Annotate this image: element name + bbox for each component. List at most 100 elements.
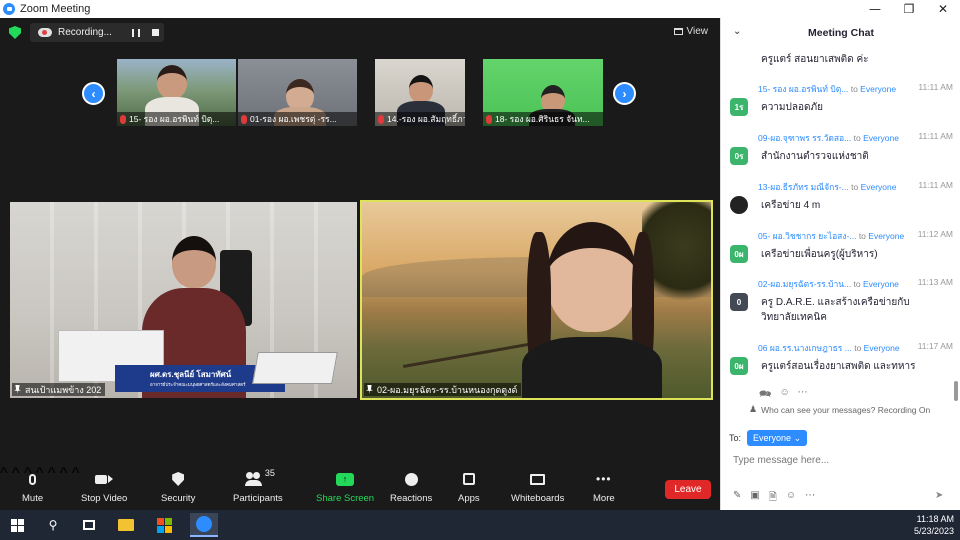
message-sender[interactable]: 06 ผอ.รร.นางเกษฎาธร ...	[758, 343, 852, 353]
file-icon[interactable]: 🗎	[769, 490, 777, 507]
muted-mic-icon	[241, 114, 247, 124]
more-options-icon[interactable]: ⋯	[805, 490, 815, 507]
windows-start-icon[interactable]	[8, 516, 26, 534]
thumbnail-name-label: 14.-รอง ผอ.สัมฤทธิ์ภาพ ปร...	[375, 112, 465, 126]
participant-thumbnail[interactable]: 15- รอง ผอ.อรพินท์ บิตุ...	[117, 59, 236, 126]
emoji-reaction-icon	[402, 471, 420, 487]
window-title: Zoom Meeting	[20, 3, 91, 15]
message-sender[interactable]: 05- ผอ.วิชชากร ยะไอสง-...	[758, 231, 856, 241]
chat-header: ⌄ Meeting Chat	[721, 18, 960, 48]
main-video-active-speaker[interactable]: 02-ผอ.มยุรฉัตร-รร.บ้านหนองกุดตูงด์	[360, 200, 713, 400]
message-sender[interactable]: 02-ผอ.มยุรฉัตร-รร.บ้าน...	[758, 279, 851, 289]
view-button[interactable]: View	[673, 26, 709, 37]
speaker-banner-name: ผศ.ดร.ชุลนีย์ โสมาทัศน์	[150, 370, 232, 379]
chat-message-list[interactable]: 15- รอง ผอ.อรพินท์ บิตุ... to Everyone 11…	[721, 48, 953, 393]
recipient-select[interactable]: Everyone ⌄	[747, 430, 808, 446]
video-camera-icon	[95, 471, 114, 487]
pin-icon	[14, 385, 21, 394]
task-view-icon[interactable]	[80, 516, 98, 534]
message-actions: 🗪 ☺ ⋯	[759, 387, 808, 404]
add-reaction-icon[interactable]: ☺	[779, 387, 789, 404]
main-video-left[interactable]: ผศ.ดร.ชุลนีย์ โสมาทัศน์ อาจารย์ประจำคณะม…	[10, 202, 357, 398]
send-icon[interactable]: ➤	[935, 490, 943, 501]
to-label: To:	[729, 433, 742, 443]
video-name-label: 02-ผอ.มยุรฉัตร-รร.บ้านหนองกุดตูงด์	[364, 383, 522, 396]
more-button[interactable]: ••• More	[593, 471, 615, 504]
muted-mic-icon	[378, 114, 384, 124]
chevron-down-icon[interactable]: ⌄	[733, 26, 741, 37]
apps-button[interactable]: Apps	[458, 471, 480, 504]
person-icon: ♟	[749, 404, 758, 414]
mute-button[interactable]: Mute	[22, 471, 43, 504]
message-text: ครูแตร์สอนเรื่องยาเสพติด และทหาร	[761, 361, 916, 372]
reply-icon[interactable]: 🗪	[759, 387, 771, 404]
zoom-window: Zoom Meeting — ❐ ✕ Recording... View ‹ ›…	[0, 0, 960, 540]
emoji-icon[interactable]: ☺	[786, 490, 796, 507]
video-name-label: สนเป้าแมพข้าง 202	[12, 383, 106, 396]
reactions-options-caret[interactable]: ^	[48, 465, 56, 482]
pin-icon	[366, 385, 373, 394]
apps-icon	[460, 471, 478, 487]
chat-message-input[interactable]	[733, 452, 949, 468]
microphone-icon	[24, 471, 42, 487]
chat-title: Meeting Chat	[808, 27, 874, 39]
participant-thumbnail[interactable]: 18- รอง ผอ.ศิรินธร จันท...	[483, 59, 603, 126]
participant-thumbnail[interactable]: 14.-รอง ผอ.สัมฤทธิ์ภาพ ปร...	[375, 59, 465, 126]
muted-mic-icon	[120, 114, 126, 124]
whiteboards-options-caret[interactable]: ^	[72, 465, 80, 482]
participants-icon: 35	[243, 468, 275, 487]
more-actions-icon[interactable]: ⋯	[798, 387, 808, 404]
meeting-chat-panel: ⌄ Meeting Chat ครูแตร์ สอนยาเสพติด ค่ะ 1…	[720, 18, 960, 510]
format-text-icon[interactable]: ✎	[733, 490, 741, 507]
stop-recording-icon[interactable]	[151, 29, 159, 36]
grid-view-icon	[673, 28, 683, 35]
close-button[interactable]: ✕	[926, 0, 960, 18]
message-text: เครือข่าย 4 m	[761, 200, 821, 211]
store-app-icon[interactable]	[155, 516, 173, 534]
restore-button[interactable]: ❐	[892, 0, 926, 18]
search-icon[interactable]: ⚲	[44, 516, 62, 534]
apps-options-caret[interactable]: ^	[60, 465, 68, 482]
next-page-button[interactable]: ›	[613, 82, 636, 105]
video-options-caret[interactable]: ^	[12, 465, 20, 482]
message-sender[interactable]: 13-ผอ.ธีรภัทร มณีจักร-...	[758, 182, 849, 192]
share-screen-icon: ↑	[336, 471, 355, 487]
message-text: ความปลอดภัย	[761, 102, 823, 113]
leave-button[interactable]: Leave	[665, 480, 711, 499]
thumbnail-name-label: 15- รอง ผอ.อรพินท์ บิตุ...	[117, 112, 236, 126]
encryption-shield-icon[interactable]	[9, 26, 21, 39]
recording-indicator: Recording...	[30, 23, 164, 42]
chat-scrollbar[interactable]	[954, 381, 958, 401]
view-label: View	[686, 26, 709, 37]
system-clock[interactable]: 11:18 AM 5/23/2023	[914, 513, 954, 537]
video-area: Recording... View ‹ › 15- รอง ผอ.อรพินท์…	[0, 18, 720, 465]
windows-taskbar: ⚲ 11:18 AM 5/23/2023	[0, 510, 960, 540]
zoom-logo-icon	[3, 3, 15, 15]
security-shield-icon	[169, 471, 187, 487]
message-sender[interactable]: 09-ผอ.จุฑาพร รร.วัดสอ...	[758, 133, 851, 143]
stop-video-button[interactable]: Stop Video	[81, 471, 127, 504]
thumbnail-name-label: 18- รอง ผอ.ศิรินธร จันท...	[483, 112, 603, 126]
participants-button[interactable]: 35 Participants	[233, 468, 283, 504]
whiteboards-button[interactable]: Whiteboards	[511, 471, 564, 504]
reactions-button[interactable]: Reactions	[390, 471, 432, 504]
thumbnail-name-label: 01-รอง ผอ.เพชรตุ่ -รร...	[238, 112, 357, 126]
avatar: 0ผ	[730, 245, 748, 263]
message-text: เครือข่ายเพื่อนครู(ผู้บริหาร)	[761, 249, 878, 260]
title-bar: Zoom Meeting — ❐ ✕	[0, 0, 960, 18]
recipient-row: To: Everyone ⌄	[729, 430, 808, 446]
message-text: สำนักงานตำรวจแห่งชาติ	[761, 151, 869, 162]
mute-options-caret[interactable]: ^	[0, 465, 8, 482]
message-sender[interactable]: 15- รอง ผอ.อรพินท์ บิตุ...	[758, 84, 848, 94]
file-explorer-icon[interactable]	[117, 516, 135, 534]
previous-page-button[interactable]: ‹	[82, 82, 105, 105]
screenshot-icon[interactable]: ▣	[750, 490, 759, 507]
muted-mic-icon	[486, 114, 492, 124]
visibility-notice[interactable]: ♟ Who can see your messages? Recording O…	[749, 404, 930, 415]
security-button[interactable]: Security	[161, 471, 195, 504]
minimize-button[interactable]: —	[858, 0, 892, 18]
zoom-taskbar-icon[interactable]	[190, 513, 218, 537]
share-screen-button[interactable]: ↑ Share Screen	[316, 471, 374, 504]
participant-thumbnail[interactable]: 01-รอง ผอ.เพชรตุ่ -รร...	[238, 59, 357, 126]
pause-recording-icon[interactable]	[131, 28, 140, 37]
